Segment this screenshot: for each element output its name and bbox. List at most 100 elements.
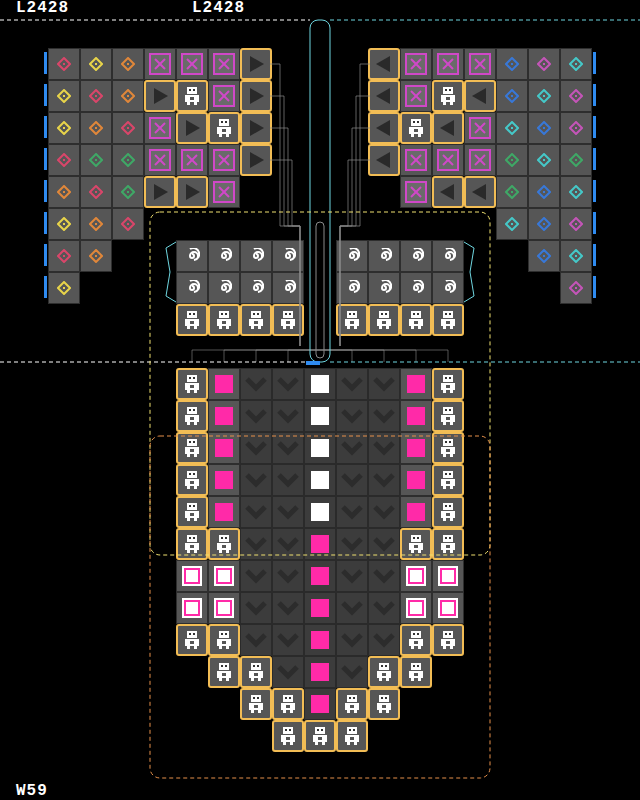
chevron-tile[interactable] xyxy=(368,592,400,624)
white-block-tile[interactable] xyxy=(304,368,336,400)
gem-tile[interactable] xyxy=(48,112,80,144)
gem-tile[interactable] xyxy=(528,176,560,208)
gem-tile[interactable] xyxy=(112,208,144,240)
white-block-tile[interactable] xyxy=(304,400,336,432)
gem-tile[interactable] xyxy=(560,272,592,304)
chevron-tile[interactable] xyxy=(336,464,368,496)
magenta-block-tile[interactable] xyxy=(304,528,336,560)
gem-tile[interactable] xyxy=(80,144,112,176)
chevron-tile[interactable] xyxy=(368,464,400,496)
robot-tile[interactable] xyxy=(176,304,208,336)
swirl-tile[interactable] xyxy=(400,272,432,304)
robot-tile[interactable] xyxy=(208,304,240,336)
swirl-tile[interactable] xyxy=(208,240,240,272)
robot-tile[interactable] xyxy=(368,688,400,720)
gem-tile[interactable] xyxy=(528,240,560,272)
chevron-tile[interactable] xyxy=(368,368,400,400)
gem-tile[interactable] xyxy=(112,112,144,144)
swirl-tile[interactable] xyxy=(368,272,400,304)
gem-tile[interactable] xyxy=(112,48,144,80)
chevron-tile[interactable] xyxy=(272,368,304,400)
robot-tile[interactable] xyxy=(432,528,464,560)
chevron-tile[interactable] xyxy=(336,432,368,464)
arrow-left-tile[interactable] xyxy=(432,112,464,144)
swirl-tile[interactable] xyxy=(432,272,464,304)
chevron-tile[interactable] xyxy=(240,624,272,656)
robot-tile[interactable] xyxy=(176,432,208,464)
gem-tile[interactable] xyxy=(80,240,112,272)
arrow-left-tile[interactable] xyxy=(368,144,400,176)
robot-tile[interactable] xyxy=(400,304,432,336)
pink-block-tile[interactable] xyxy=(208,432,240,464)
swirl-tile[interactable] xyxy=(272,272,304,304)
robot-tile[interactable] xyxy=(208,528,240,560)
gem-tile[interactable] xyxy=(496,208,528,240)
gem-tile[interactable] xyxy=(560,80,592,112)
chevron-tile[interactable] xyxy=(272,496,304,528)
pink-block-tile[interactable] xyxy=(208,368,240,400)
robot-tile[interactable] xyxy=(336,304,368,336)
robot-tile[interactable] xyxy=(432,464,464,496)
crate-tile[interactable] xyxy=(400,48,432,80)
chevron-tile[interactable] xyxy=(336,496,368,528)
swirl-tile[interactable] xyxy=(240,272,272,304)
chevron-tile[interactable] xyxy=(240,464,272,496)
robot-tile[interactable] xyxy=(240,688,272,720)
white-block-tile[interactable] xyxy=(304,496,336,528)
crate-tile[interactable] xyxy=(208,80,240,112)
arrow-right-tile[interactable] xyxy=(240,48,272,80)
gem-tile[interactable] xyxy=(112,144,144,176)
game-board[interactable] xyxy=(0,0,640,800)
gem-tile[interactable] xyxy=(80,208,112,240)
arrow-right-tile[interactable] xyxy=(240,144,272,176)
crate-tile[interactable] xyxy=(144,48,176,80)
chevron-tile[interactable] xyxy=(368,496,400,528)
swirl-tile[interactable] xyxy=(336,240,368,272)
gem-tile[interactable] xyxy=(528,144,560,176)
gem-tile[interactable] xyxy=(48,272,80,304)
chevron-tile[interactable] xyxy=(240,368,272,400)
chevron-tile[interactable] xyxy=(240,400,272,432)
swirl-tile[interactable] xyxy=(208,272,240,304)
magenta-block-tile[interactable] xyxy=(304,560,336,592)
pink-block-tile[interactable] xyxy=(400,496,432,528)
chevron-tile[interactable] xyxy=(336,400,368,432)
pink-block-tile[interactable] xyxy=(400,464,432,496)
robot-tile[interactable] xyxy=(400,624,432,656)
robot-tile[interactable] xyxy=(304,720,336,752)
pink-block-tile[interactable] xyxy=(208,400,240,432)
robot-tile[interactable] xyxy=(240,304,272,336)
robot-tile[interactable] xyxy=(432,432,464,464)
white-block-tile[interactable] xyxy=(304,464,336,496)
chevron-tile[interactable] xyxy=(336,560,368,592)
crate-tile[interactable] xyxy=(432,144,464,176)
crate-tile[interactable] xyxy=(400,144,432,176)
chevron-tile[interactable] xyxy=(272,528,304,560)
robot-tile[interactable] xyxy=(432,368,464,400)
chevron-tile[interactable] xyxy=(272,400,304,432)
robot-tile[interactable] xyxy=(432,304,464,336)
hollow-block-tile[interactable] xyxy=(432,560,464,592)
white-block-tile[interactable] xyxy=(304,432,336,464)
gem-tile[interactable] xyxy=(496,144,528,176)
gem-tile[interactable] xyxy=(80,112,112,144)
hollow-block-tile[interactable] xyxy=(400,592,432,624)
arrow-left-tile[interactable] xyxy=(368,112,400,144)
chevron-tile[interactable] xyxy=(336,592,368,624)
chevron-tile[interactable] xyxy=(336,624,368,656)
chevron-tile[interactable] xyxy=(368,400,400,432)
magenta-block-tile[interactable] xyxy=(304,592,336,624)
chevron-tile[interactable] xyxy=(336,528,368,560)
robot-tile[interactable] xyxy=(208,656,240,688)
gem-tile[interactable] xyxy=(560,176,592,208)
robot-tile[interactable] xyxy=(336,688,368,720)
magenta-block-tile[interactable] xyxy=(304,624,336,656)
gem-tile[interactable] xyxy=(48,144,80,176)
chevron-tile[interactable] xyxy=(272,624,304,656)
gem-tile[interactable] xyxy=(80,80,112,112)
robot-tile[interactable] xyxy=(368,304,400,336)
gem-tile[interactable] xyxy=(560,112,592,144)
swirl-tile[interactable] xyxy=(272,240,304,272)
robot-tile[interactable] xyxy=(176,368,208,400)
swirl-tile[interactable] xyxy=(176,272,208,304)
